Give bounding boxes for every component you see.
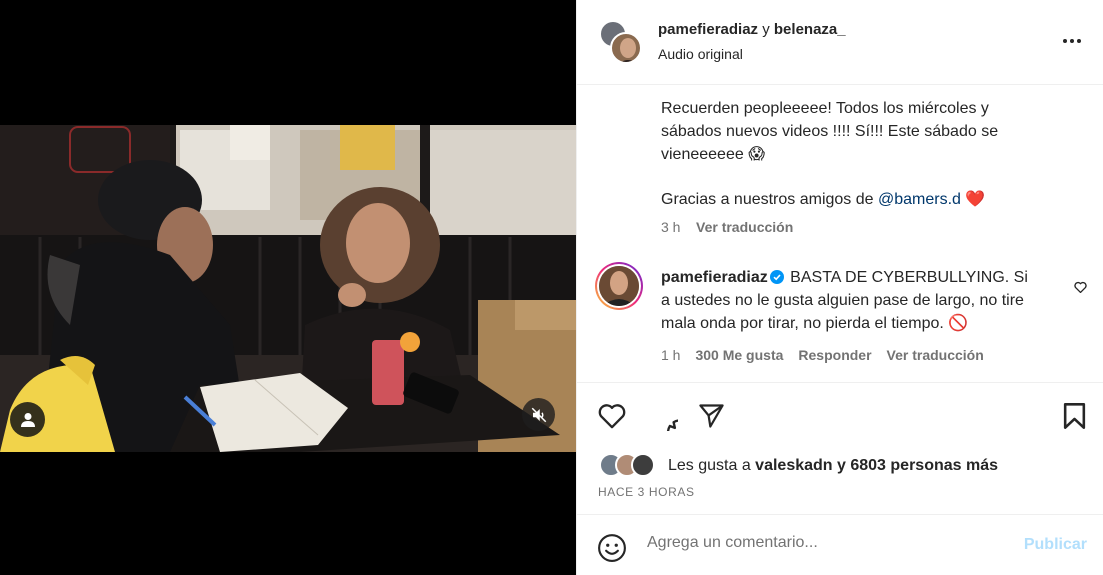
avatar — [610, 32, 642, 64]
post-panel: pamefieradiaz y belenaza_ Audio original… — [576, 0, 1103, 575]
post-caption: Recuerden peopleeeee! Todos los miércole… — [661, 97, 1041, 211]
comment-icon — [667, 419, 678, 431]
mention-link[interactable]: @bamers.d — [878, 191, 961, 208]
save-button[interactable] — [1062, 402, 1087, 430]
mute-button[interactable] — [522, 398, 555, 431]
owner-username-one[interactable]: pamefieradiaz — [658, 21, 758, 38]
caption-translate-link[interactable]: Ver traducción — [696, 219, 793, 235]
comment-button[interactable] — [648, 401, 678, 431]
collab-avatars[interactable] — [599, 20, 643, 64]
bookmark-icon — [1063, 403, 1086, 429]
tag-button[interactable] — [10, 402, 45, 437]
likes-count[interactable]: 6803 personas más — [850, 457, 998, 474]
comment-text: pamefieradiaz BASTA DE CYBERBULLYING. Si… — [661, 266, 1041, 335]
likes-middle: y — [832, 457, 851, 474]
caption-thanks-suffix: ❤️ — [960, 191, 986, 208]
media-pane — [0, 0, 576, 575]
caption-thanks: Gracias a nuestros amigos de @bamers.d ❤… — [661, 188, 1041, 211]
owners-separator: y — [762, 21, 770, 38]
more-options-icon[interactable] — [1061, 31, 1083, 51]
comment-input[interactable] — [647, 534, 1007, 552]
like-button[interactable] — [597, 402, 627, 429]
caption-time[interactable]: 3 h — [661, 219, 680, 235]
user-tag-icon — [20, 413, 35, 427]
comment-avatar[interactable] — [595, 262, 643, 310]
comment-username[interactable]: pamefieradiaz — [661, 269, 768, 286]
video-frame-image — [0, 125, 576, 452]
avatar — [631, 453, 655, 477]
video-player[interactable] — [0, 125, 576, 452]
send-icon — [699, 404, 724, 428]
comment-likes[interactable]: 300 Me gusta — [695, 347, 783, 363]
emoji-icon — [598, 534, 626, 562]
likes-summary: Les gusta a valeskadn y 6803 personas má… — [668, 457, 998, 475]
post-header: pamefieradiaz y belenaza_ Audio original — [577, 0, 1103, 85]
post-comment-button[interactable]: Publicar — [1024, 536, 1087, 554]
owner-username-two[interactable]: belenaza_ — [774, 21, 846, 38]
audio-link[interactable]: Audio original — [658, 46, 743, 62]
post-owners: pamefieradiaz y belenaza_ — [658, 21, 846, 38]
heart-icon — [598, 404, 626, 429]
emoji-button[interactable] — [597, 533, 627, 568]
verified-badge-icon — [769, 270, 784, 284]
likers-avatars[interactable] — [599, 453, 661, 479]
caption-text: Recuerden peopleeeee! Todos los miércole… — [661, 100, 999, 163]
share-button[interactable] — [697, 402, 726, 430]
muted-speaker-icon — [531, 407, 546, 422]
post-actions: Les gusta a valeskadn y 6803 personas má… — [577, 382, 1103, 575]
comment-translate-link[interactable]: Ver traducción — [887, 347, 984, 363]
caption-thanks-prefix: Gracias a nuestros amigos de — [661, 191, 878, 208]
heart-outline-icon — [1074, 281, 1087, 294]
comment-composer: Publicar — [577, 514, 1103, 575]
post-timestamp[interactable]: HACE 3 HORAS — [598, 485, 695, 499]
comment-time[interactable]: 1 h — [661, 347, 680, 363]
comment-reply-button[interactable]: Responder — [798, 347, 871, 363]
liker-username[interactable]: valeskadn — [755, 457, 832, 474]
likes-prefix: Les gusta a — [668, 457, 756, 474]
comment-meta: 1 h 300 Me gusta Responder Ver traducció… — [661, 347, 984, 363]
comment-like-button[interactable] — [1074, 280, 1087, 298]
